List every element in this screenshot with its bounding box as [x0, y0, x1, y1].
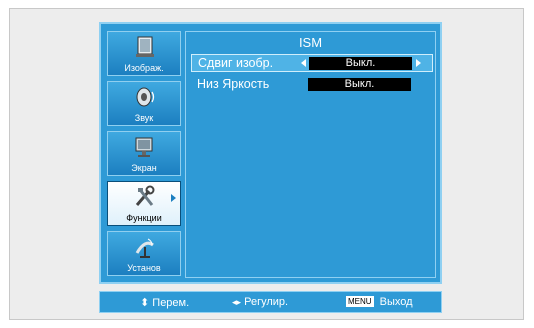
sound-icon [136, 87, 155, 107]
exit-hint[interactable]: MENU Выход [346, 296, 413, 308]
sidebar-item-screen[interactable]: Экран [107, 131, 181, 176]
functions-icon [135, 185, 155, 206]
updown-arrows-icon: ⬍ [140, 297, 150, 309]
move-hint-label: Перем. [152, 297, 190, 309]
menu-key-icon: MENU [346, 296, 374, 307]
sidebar: Изображ. Звук Экран Функции Установ [107, 31, 181, 278]
sidebar-item-label: Экран [131, 163, 157, 173]
sidebar-item-label: Установ [127, 263, 161, 273]
sidebar-item-picture[interactable]: Изображ. [107, 31, 181, 76]
move-hint: ⬍ Перем. [140, 296, 189, 309]
exit-hint-label: Выход [379, 296, 413, 308]
row-label: Низ Яркость [197, 77, 270, 91]
sidebar-item-setup[interactable]: Установ [107, 231, 181, 276]
sidebar-item-sound[interactable]: Звук [107, 81, 181, 126]
sidebar-item-label: Функции [126, 213, 162, 223]
picture-shift-value[interactable]: Выкл. [309, 57, 412, 70]
sidebar-item-label: Звук [134, 113, 154, 123]
adjust-hint: ◂▸ Регулир. [232, 296, 288, 308]
sidebar-item-label: Изображ. [124, 63, 164, 73]
row-picture-shift[interactable]: Сдвиг изобр. Выкл. [191, 54, 433, 72]
screen-icon [135, 137, 153, 157]
help-bar: ⬍ Перем. ◂▸ Регулир. MENU Выход [99, 291, 442, 313]
row-label: Сдвиг изобр. [198, 56, 274, 70]
adjust-hint-label: Регулир. [244, 296, 289, 308]
chevron-left-icon[interactable] [301, 59, 306, 67]
chevron-right-icon[interactable] [416, 59, 421, 67]
chevron-right-icon [171, 194, 176, 202]
row-low-brightness[interactable]: Низ Яркость Выкл. [191, 76, 433, 94]
panel-title: ISM [298, 35, 323, 50]
low-brightness-value[interactable]: Выкл. [308, 78, 411, 91]
sidebar-item-functions[interactable]: Функции [107, 181, 181, 226]
picture-icon [136, 36, 154, 57]
setup-icon [135, 238, 154, 258]
ism-panel: ISM Сдвиг изобр. Выкл. Низ Яркость Выкл. [185, 31, 436, 278]
leftright-arrows-icon: ◂▸ [232, 297, 242, 307]
